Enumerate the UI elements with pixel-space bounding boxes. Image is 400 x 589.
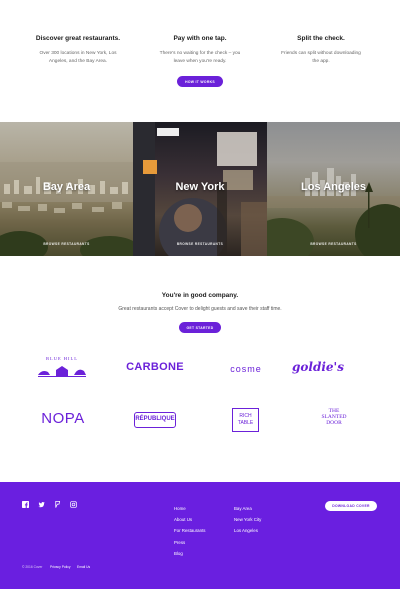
email-us-link[interactable]: Email Us bbox=[77, 565, 90, 569]
feature-split: Split the check. Friends can split witho… bbox=[256, 35, 386, 65]
browse-restaurants-link[interactable]: BROWSE RESTAURANTS bbox=[133, 242, 267, 246]
feature-text: There's no waiting for the check – you le… bbox=[159, 51, 241, 64]
slanted-door-logo: THE SLANTED DOOR bbox=[312, 408, 356, 426]
slanted-door-line3: DOOR bbox=[326, 420, 342, 426]
copyright-text: © 2016 Cover bbox=[22, 565, 43, 569]
good-company-section: You're in good company. Great restaurant… bbox=[0, 256, 400, 482]
features-section: Discover great restaurants. Over 300 loc… bbox=[0, 0, 400, 122]
twitter-icon[interactable] bbox=[38, 501, 45, 508]
city-card-los-angeles[interactable]: Los Angeles BROWSE RESTAURANTS bbox=[267, 122, 400, 256]
feature-title: Split the check. bbox=[297, 35, 345, 42]
feature-pay: Pay with one tap. There's no waiting for… bbox=[135, 35, 265, 65]
footer-link-home[interactable]: Home bbox=[174, 503, 205, 514]
footer-link-bay-area[interactable]: Bay Area bbox=[234, 503, 261, 514]
city-name: Los Angeles bbox=[301, 181, 366, 193]
feature-title: Discover great restaurants. bbox=[35, 35, 121, 42]
browse-restaurants-link[interactable]: BROWSE RESTAURANTS bbox=[0, 242, 133, 246]
section-title: You're in good company. bbox=[161, 292, 239, 299]
instagram-icon[interactable] bbox=[70, 501, 77, 508]
blue-hill-logo: BLUE HILL bbox=[34, 356, 90, 384]
nopa-logo: NOPA bbox=[41, 410, 85, 427]
foursquare-icon[interactable] bbox=[54, 501, 61, 508]
facebook-icon[interactable] bbox=[22, 501, 29, 508]
download-cover-button[interactable]: DOWNLOAD COVER bbox=[325, 501, 377, 511]
privacy-policy-link[interactable]: Privacy Policy bbox=[50, 565, 71, 569]
city-card-bay-area[interactable]: Bay Area BROWSE RESTAURANTS bbox=[0, 122, 133, 256]
footer-link-blog[interactable]: Blog bbox=[174, 548, 205, 559]
rich-table-logo: RICH TABLE bbox=[232, 408, 259, 432]
rich-table-line1: RICH bbox=[239, 413, 252, 419]
carbone-logo: CARBONE bbox=[126, 361, 184, 373]
feature-text: Over 300 locations in New York, Los Angel… bbox=[39, 51, 117, 64]
city-name: Bay Area bbox=[42, 181, 91, 193]
republique-logo: RÉPUBLIQUE bbox=[134, 412, 176, 428]
feature-text: Friends can split without downloading the… bbox=[281, 51, 361, 64]
section-subtitle: Great restaurants accept Cover to deligh… bbox=[118, 306, 282, 312]
footer-link-press[interactable]: Press bbox=[174, 537, 205, 548]
footer-link-new-york[interactable]: New York City bbox=[234, 514, 261, 525]
cosme-logo: cosme bbox=[230, 364, 262, 374]
rich-table-line2: TABLE bbox=[237, 420, 254, 426]
cities-section: Bay Area BROWSE RESTAURANTS New York BRO… bbox=[0, 122, 400, 256]
city-card-new-york[interactable]: New York BROWSE RESTAURANTS bbox=[133, 122, 267, 256]
get-started-button[interactable]: GET STARTED bbox=[179, 322, 221, 333]
blue-hill-animals-icon bbox=[38, 366, 86, 377]
goldies-logo: goldie's bbox=[292, 360, 344, 374]
footer-link-about[interactable]: About Us bbox=[174, 514, 205, 525]
footer-links-cities: Bay Area New York City Los Angeles bbox=[234, 503, 261, 537]
footer-links-main: Home About Us For Restaurants Press Blog bbox=[174, 503, 205, 559]
how-it-works-button[interactable]: HOW IT WORKS bbox=[177, 76, 223, 87]
footer-link-restaurants[interactable]: For Restaurants bbox=[174, 525, 205, 536]
feature-title: Pay with one tap. bbox=[173, 35, 227, 42]
browse-restaurants-link[interactable]: BROWSE RESTAURANTS bbox=[267, 242, 400, 246]
footer: Home About Us For Restaurants Press Blog… bbox=[0, 482, 400, 589]
feature-discover: Discover great restaurants. Over 300 loc… bbox=[13, 35, 143, 65]
city-name: New York bbox=[175, 181, 225, 193]
footer-link-los-angeles[interactable]: Los Angeles bbox=[234, 525, 261, 536]
